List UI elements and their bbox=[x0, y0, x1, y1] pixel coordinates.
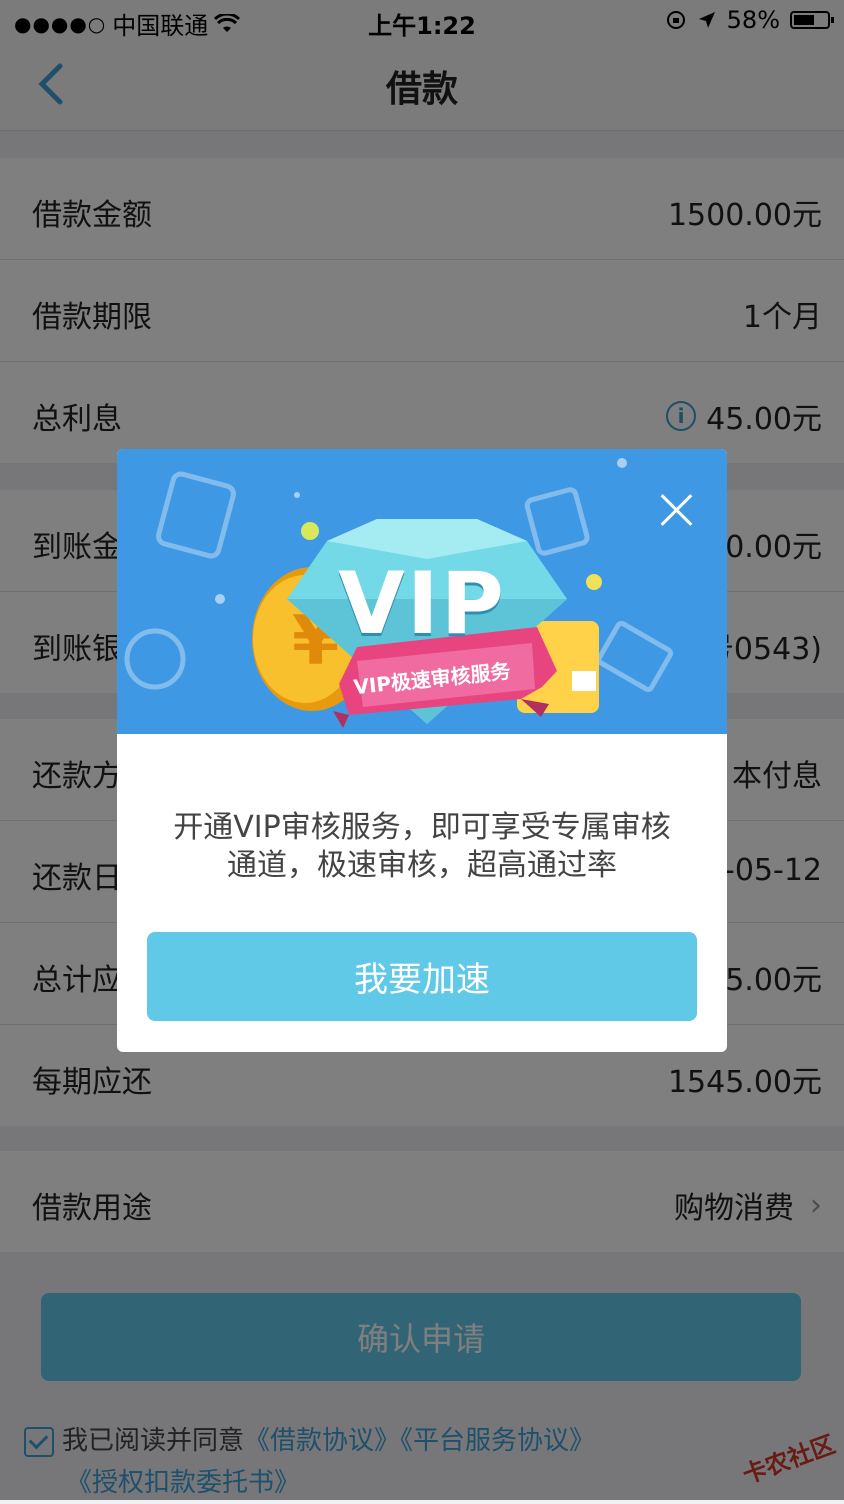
description-line: 通道，极速审核，超高通过率 bbox=[227, 848, 617, 883]
vip-description: 开通VIP审核服务，即可享受专属审核 通道，极速审核，超高通过率 bbox=[147, 809, 697, 885]
speed-up-button[interactable]: 我要加速 bbox=[147, 932, 697, 1021]
description-line: 开通VIP审核服务，即可享受专属审核 bbox=[173, 810, 671, 845]
vip-title: VIP bbox=[338, 554, 506, 654]
vip-banner: ¥ VIP VIP极速审核服务 bbox=[117, 449, 727, 734]
close-icon[interactable] bbox=[655, 489, 697, 531]
vip-modal: ¥ VIP VIP极速审核服务 开通VIP审核服务，即可享受专属审核 通道，极速… bbox=[117, 449, 727, 1052]
